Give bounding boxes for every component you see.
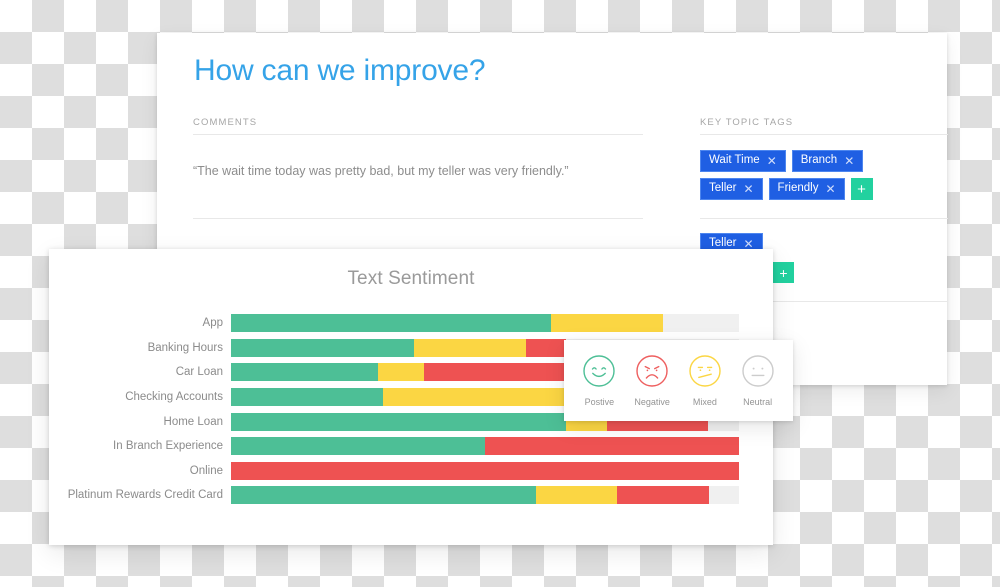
chart-row-track[interactable] bbox=[231, 486, 739, 505]
chart-segment-negative[interactable] bbox=[617, 486, 709, 505]
chart-row-track[interactable] bbox=[231, 461, 739, 480]
smiley-negative-icon bbox=[635, 354, 669, 393]
divider bbox=[700, 134, 948, 135]
topic-tag[interactable]: Friendly ✕ bbox=[768, 178, 845, 200]
chart-segment-postive[interactable] bbox=[231, 363, 379, 382]
legend-label: Postive bbox=[584, 397, 615, 407]
chart-segment-postive[interactable] bbox=[231, 338, 414, 357]
chart-segment-postive[interactable] bbox=[231, 437, 485, 456]
chart-row-label: App bbox=[202, 317, 223, 330]
legend-label: Neutral bbox=[743, 397, 773, 407]
key-topic-tags-column-header: KEY TOPIC TAGS bbox=[700, 117, 794, 128]
legend-item-mixed[interactable]: Mixed bbox=[680, 354, 730, 407]
chart-segment-negative[interactable] bbox=[424, 363, 567, 382]
chart-segment-postive[interactable] bbox=[231, 314, 552, 333]
chart-segment-mixed[interactable] bbox=[413, 338, 526, 357]
comment-text: “The wait time today was pretty bad, but… bbox=[193, 164, 569, 178]
close-icon[interactable]: ✕ bbox=[825, 183, 835, 195]
divider bbox=[700, 218, 948, 219]
chart-segment-mixed[interactable] bbox=[535, 486, 618, 505]
comments-column-header: COMMENTS bbox=[193, 117, 258, 128]
chart-segment-negative[interactable] bbox=[231, 461, 739, 480]
tag-row: Teller ✕ Friendly ✕ + bbox=[700, 178, 873, 200]
close-icon[interactable]: ✕ bbox=[767, 155, 777, 167]
chart-row[interactable]: App bbox=[49, 311, 773, 336]
chart-row-label: Online bbox=[189, 464, 223, 477]
chart-row-label: Platinum Rewards Credit Card bbox=[67, 489, 223, 502]
topic-tag-label: Teller bbox=[709, 182, 737, 195]
smiley-positive-icon bbox=[582, 354, 616, 393]
chart-segment-mixed[interactable] bbox=[551, 314, 663, 333]
topic-tag[interactable]: Branch ✕ bbox=[791, 150, 864, 172]
topic-tag-label: Friendly bbox=[777, 182, 819, 195]
chart-row-label: Checking Accounts bbox=[125, 391, 223, 404]
chart-row[interactable]: In Branch Experience bbox=[49, 434, 773, 459]
legend-item-positive[interactable]: Postive bbox=[574, 354, 624, 407]
add-tag-button[interactable]: + bbox=[850, 178, 873, 200]
legend-item-negative[interactable]: Negative bbox=[627, 354, 677, 407]
divider bbox=[193, 134, 643, 135]
topic-tag-label: Wait Time bbox=[709, 154, 760, 167]
topic-tag[interactable]: Wait Time ✕ bbox=[700, 150, 786, 172]
chart-row-label: Banking Hours bbox=[147, 341, 223, 354]
chart-row-label: In Branch Experience bbox=[113, 440, 223, 453]
chart-segment-negative[interactable] bbox=[525, 338, 567, 357]
legend-item-neutral[interactable]: Neutral bbox=[733, 354, 783, 407]
divider bbox=[193, 218, 643, 219]
close-icon[interactable]: ✕ bbox=[844, 155, 854, 167]
chart-title: Text Sentiment bbox=[347, 268, 475, 289]
topic-tag-label: Branch bbox=[800, 154, 838, 167]
chart-row[interactable]: Platinum Rewards Credit Card bbox=[49, 483, 773, 508]
chart-row[interactable]: Online bbox=[49, 459, 773, 484]
chart-row-track[interactable] bbox=[231, 437, 739, 456]
chart-row-track[interactable] bbox=[231, 314, 739, 333]
add-tag-button[interactable]: + bbox=[773, 262, 794, 283]
legend-label: Negative bbox=[634, 397, 670, 407]
chart-segment-postive[interactable] bbox=[231, 388, 384, 407]
chart-segment-neutral[interactable] bbox=[708, 486, 739, 505]
chart-segment-negative[interactable] bbox=[485, 437, 739, 456]
chart-segment-neutral[interactable] bbox=[662, 314, 739, 333]
topic-tag[interactable]: Teller ✕ bbox=[700, 178, 763, 200]
legend-label: Mixed bbox=[692, 397, 717, 407]
sentiment-legend-tooltip: Postive Negative Mixed Neutral bbox=[564, 340, 793, 421]
chart-segment-postive[interactable] bbox=[231, 486, 536, 505]
chart-segment-mixed[interactable] bbox=[383, 388, 572, 407]
chart-row-label: Home Loan bbox=[163, 415, 223, 428]
smiley-mixed-icon bbox=[688, 354, 722, 393]
tag-row: Wait Time ✕ Branch ✕ bbox=[700, 150, 864, 172]
close-icon[interactable]: ✕ bbox=[743, 183, 753, 195]
smiley-neutral-icon bbox=[741, 354, 775, 393]
page-title: How can we improve? bbox=[194, 54, 486, 87]
chart-row-label: Car Loan bbox=[175, 366, 223, 379]
chart-segment-mixed[interactable] bbox=[378, 363, 425, 382]
chart-segment-postive[interactable] bbox=[231, 412, 567, 431]
